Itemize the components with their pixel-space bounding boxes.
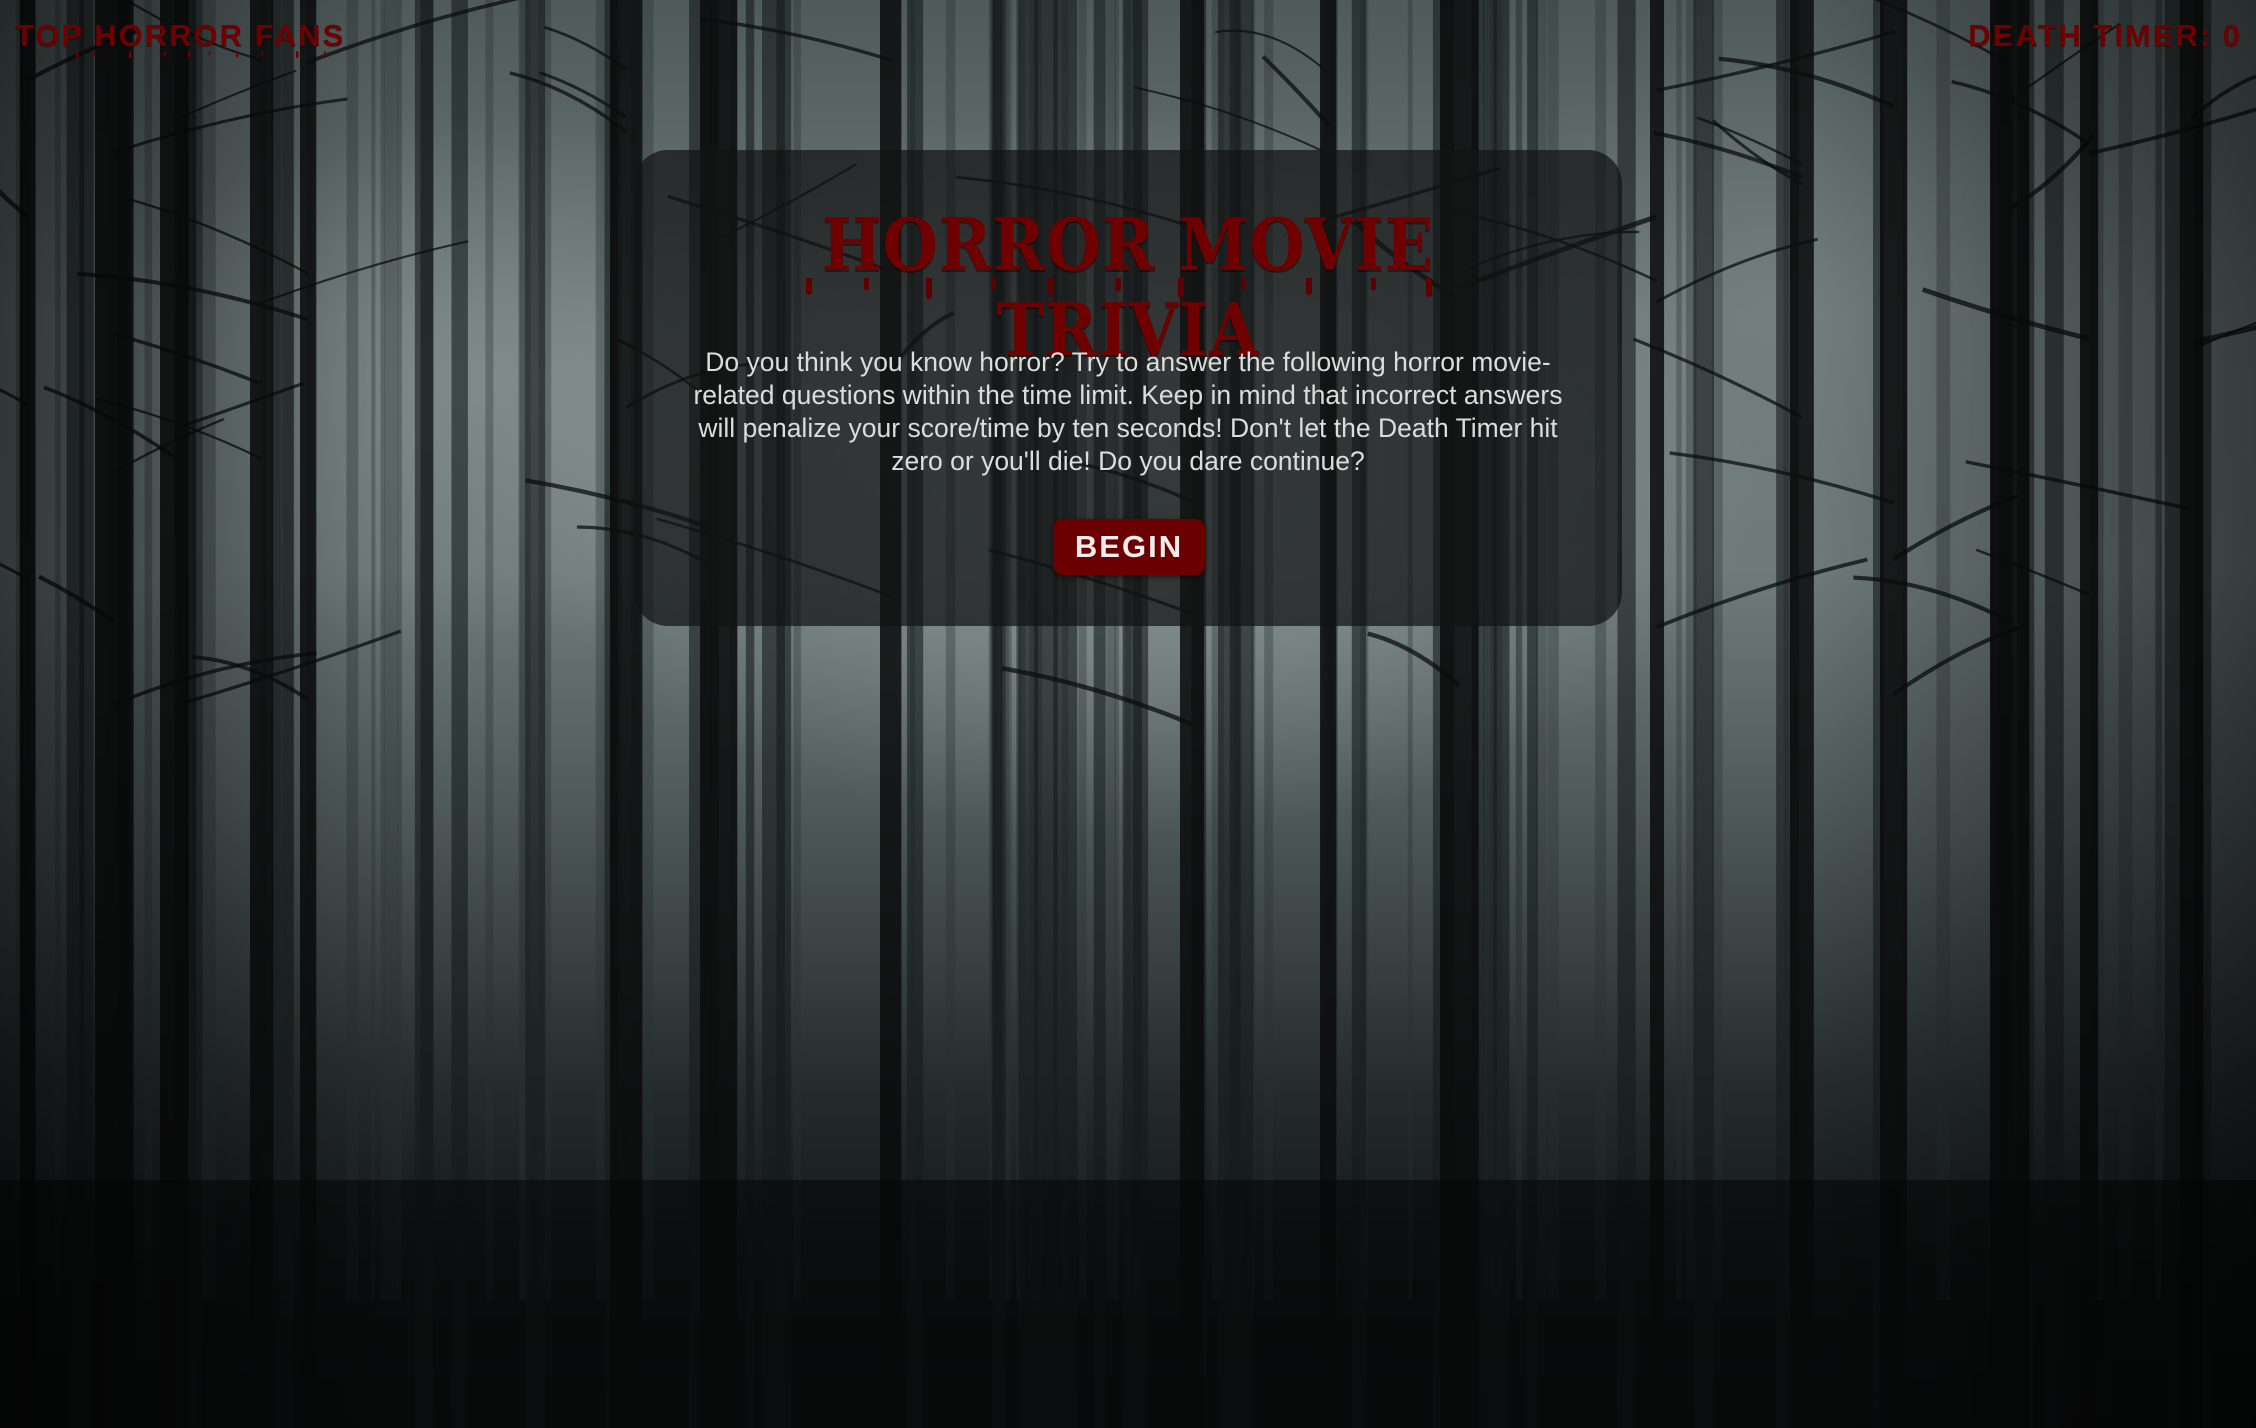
intro-card: HORROR MOVIE TRIVIA Do you think you kno… [634, 150, 1622, 626]
title-blood-drips-decoration [806, 278, 1432, 299]
death-timer: DEATH TIMER: 0 [1968, 18, 2242, 53]
begin-button[interactable]: BEGIN [1053, 519, 1205, 575]
intro-description: Do you think you know horror? Try to ans… [693, 347, 1563, 476]
begin-button-label: BEGIN [1074, 529, 1184, 564]
page: TOP HORROR FANS DEATH TIMER: 0 HORROR MO… [0, 0, 2256, 1428]
top-horror-fans-link[interactable]: TOP HORROR FANS [15, 18, 385, 59]
top-horror-fans-label: TOP HORROR FANS [15, 18, 346, 53]
